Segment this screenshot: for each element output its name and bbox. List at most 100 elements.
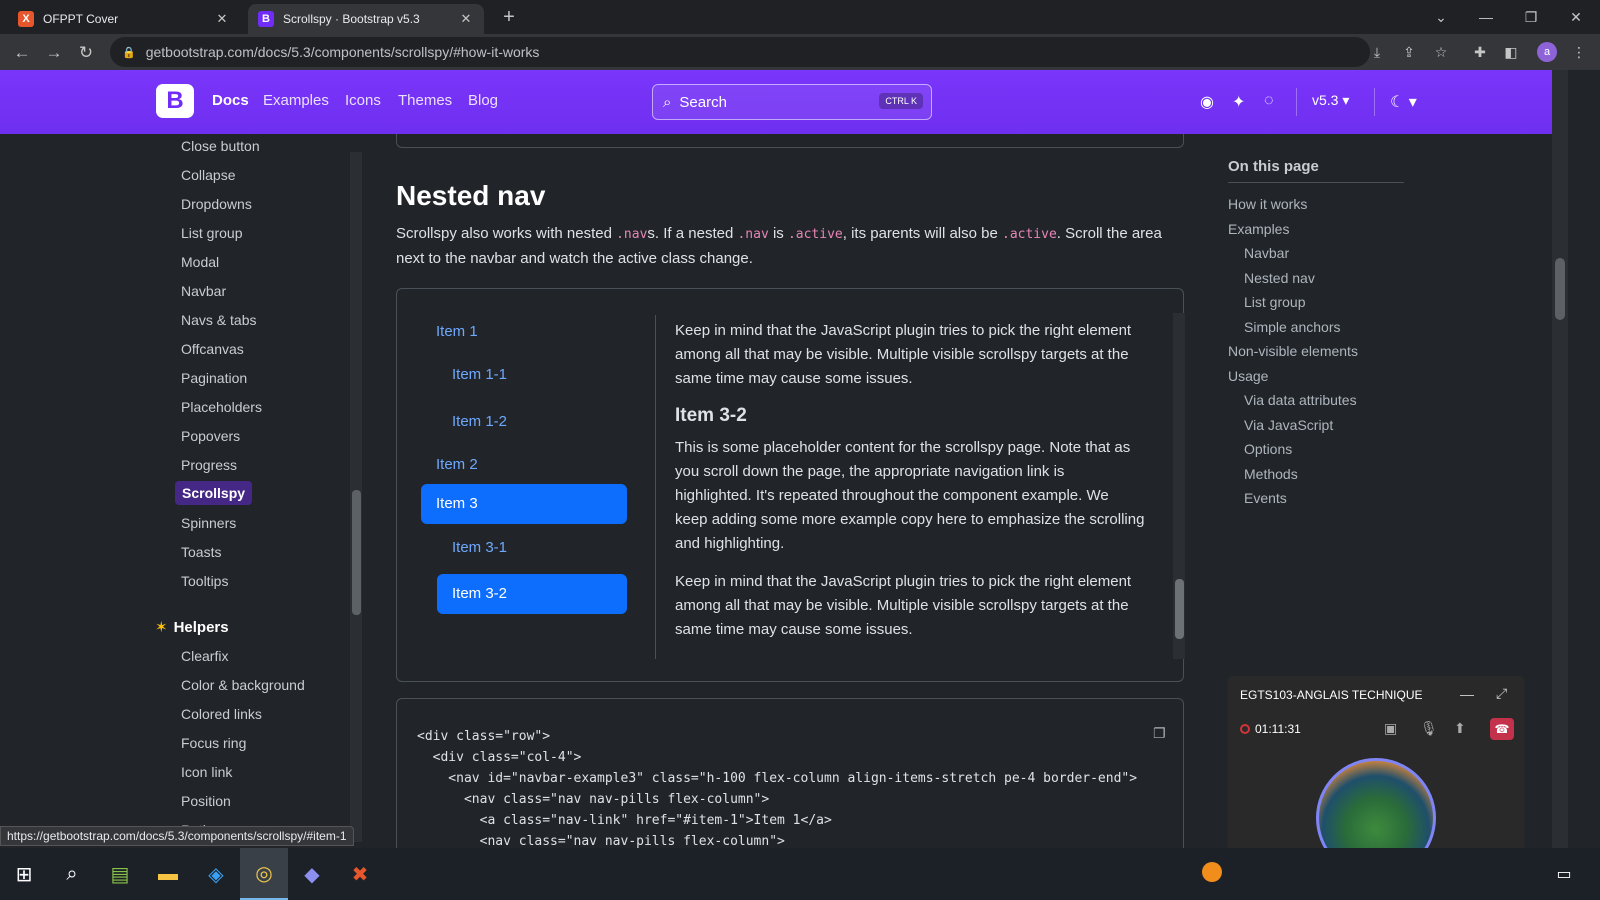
sidebar-item[interactable]: Color & background [181,677,305,693]
extensions-puzzle-icon[interactable]: ✚ [1469,41,1491,63]
xampp-icon[interactable]: ✖ [336,848,384,900]
theme-toggle-moon-icon[interactable]: ☾ ▾ [1390,92,1417,112]
back-arrow-icon[interactable]: ← [10,41,34,65]
page-scrollbar[interactable] [1552,70,1568,848]
nav-pill-item-3-2-active[interactable]: Item 3-2 [437,574,627,614]
hang-up-button[interactable]: ☎ [1490,718,1514,740]
windows-start-icon[interactable]: ⊞ [0,848,48,900]
restore-button[interactable]: ❐ [1516,4,1546,30]
search-icon[interactable]: ⌕ [48,848,96,900]
sidebar-item[interactable]: Modal [181,254,219,270]
docs-search-button[interactable]: ⌕ Search CTRL K [652,84,932,120]
twitter-icon[interactable]: ✦ [1232,92,1245,112]
nav-pill-item-1[interactable]: Item 1 [421,312,493,352]
sidebar-item[interactable]: Tooltips [181,573,228,589]
toc-link[interactable]: Methods [1244,466,1298,482]
side-panel-icon[interactable]: ◧ [1500,41,1522,63]
notification-orb-icon[interactable] [1202,862,1222,882]
scrollspy-content[interactable]: Keep in mind that the JavaScript plugin … [675,313,1145,659]
toc-link[interactable]: Nested nav [1244,270,1315,286]
nav-link-docs[interactable]: Docs [212,92,249,109]
chrome-menu-icon[interactable]: ⋮ [1568,41,1590,63]
minimize-button[interactable]: — [1471,4,1501,30]
tab-search-chevron-icon[interactable]: ⌄ [1426,4,1456,30]
bookmark-star-icon[interactable]: ☆ [1430,41,1452,63]
nav-pill-item-1-2[interactable]: Item 1-2 [437,402,522,442]
sidebar-item[interactable]: Spinners [181,515,236,531]
toc-link[interactable]: Usage [1228,368,1268,384]
address-bar[interactable]: 🔒 getbootstrap.com/docs/5.3/components/s… [110,37,1370,67]
tab-scrollspy-bootstrap[interactable]: B Scrollspy · Bootstrap v5.3 ✕ [248,4,484,34]
nav-pill-item-2[interactable]: Item 2 [421,445,493,485]
sidebar-item[interactable]: List group [181,225,242,241]
clipboard-copy-icon[interactable]: ❐ [1153,725,1166,742]
minimize-call-icon[interactable]: — [1460,686,1474,702]
sidebar-item[interactable]: Navs & tabs [181,312,256,328]
install-app-icon[interactable]: ⤓ [1366,41,1388,63]
vscode-icon[interactable]: ◈ [192,848,240,900]
sidebar-item[interactable]: Close button [181,138,260,154]
forward-arrow-icon[interactable]: → [42,41,66,65]
section-title: Nested nav [396,180,546,211]
tab-close-icon[interactable]: ✕ [458,11,474,27]
sidebar-scrollbar-thumb[interactable] [352,490,361,615]
sidebar-item[interactable]: Pagination [181,370,247,386]
sidebar-item[interactable]: Clearfix [181,648,228,664]
opencollective-icon[interactable]: ◌ [1264,92,1274,110]
toc-link[interactable]: Via data attributes [1244,392,1357,408]
toc-link[interactable]: Non-visible elements [1228,343,1358,359]
nav-pill-item-3-active[interactable]: Item 3 [421,484,627,524]
sidebar-item[interactable]: Progress [181,457,237,473]
sidebar-item[interactable]: Collapse [181,167,235,183]
nav-link-blog[interactable]: Blog [468,92,498,109]
nav-pill-item-1-1[interactable]: Item 1-1 [437,355,522,395]
toc-link[interactable]: Events [1244,490,1287,506]
sidebar-item[interactable]: Focus ring [181,735,246,751]
bootstrap-logo-icon[interactable]: B [156,84,194,118]
nav-link-themes[interactable]: Themes [398,92,452,109]
sidebar-heading-helpers[interactable]: ✶ Helpers [155,618,229,636]
reload-icon[interactable]: ↻ [74,41,98,65]
sidebar-item[interactable]: Position [181,793,231,809]
inline-code: .active [1002,227,1057,242]
sidebar-item[interactable]: Dropdowns [181,196,252,212]
toc-link[interactable]: Simple anchors [1244,319,1341,335]
sidebar-item[interactable]: Icon link [181,764,232,780]
address-url: getbootstrap.com/docs/5.3/components/scr… [145,44,540,60]
camera-off-icon[interactable]: ▣ [1384,720,1397,737]
scrollspy-scrollbar-thumb[interactable] [1175,579,1184,639]
sidebar-item[interactable]: Toasts [181,544,221,560]
share-screen-icon[interactable]: ⬆ [1454,720,1466,737]
nav-pill-item-3-1[interactable]: Item 3-1 [437,528,522,568]
sidebar-item-scrollspy-active[interactable]: Scrollspy [175,481,253,505]
chrome-icon[interactable]: ◎ [240,848,288,900]
toc-link[interactable]: Examples [1228,221,1289,237]
tab-close-icon[interactable]: ✕ [214,11,230,27]
toc-link[interactable]: Navbar [1244,245,1289,261]
sidebar-item[interactable]: Placeholders [181,399,262,415]
sidebar-item[interactable]: Popovers [181,428,240,444]
sidebar-item[interactable]: Navbar [181,283,226,299]
teams-icon[interactable]: ◆ [288,848,336,900]
version-dropdown[interactable]: v5.3 ▾ [1312,92,1349,109]
sidebar-item[interactable]: Colored links [181,706,262,722]
file-explorer-icon[interactable]: ▬ [144,848,192,900]
toc-link[interactable]: Options [1244,441,1292,457]
expand-call-icon[interactable]: ⤢ [1496,685,1507,702]
toc-link[interactable]: List group [1244,294,1305,310]
action-center-icon[interactable]: ▭ [1540,848,1588,900]
mic-muted-icon[interactable]: 🎙 [1420,720,1438,737]
close-window-button[interactable]: ✕ [1561,4,1591,30]
new-tab-button[interactable]: + [496,5,522,31]
page-scrollbar-thumb[interactable] [1555,258,1565,320]
nav-link-examples[interactable]: Examples [263,92,329,109]
toc-link[interactable]: Via JavaScript [1244,417,1333,433]
share-icon[interactable]: ⇪ [1398,41,1420,63]
profile-avatar[interactable]: a [1537,42,1557,62]
sidebar-item[interactable]: Offcanvas [181,341,244,357]
toc-link[interactable]: How it works [1228,196,1307,212]
github-icon[interactable]: ◉ [1200,92,1214,112]
notepad-plus-icon[interactable]: ▤ [96,848,144,900]
tab-ofppt-cover[interactable]: X OFPPT Cover ✕ [8,4,240,34]
nav-link-icons[interactable]: Icons [345,92,381,109]
